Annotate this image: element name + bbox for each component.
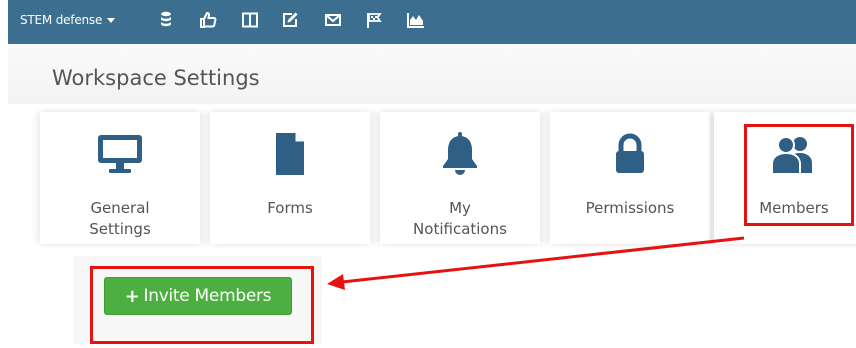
annotation-arrow [327, 236, 745, 290]
